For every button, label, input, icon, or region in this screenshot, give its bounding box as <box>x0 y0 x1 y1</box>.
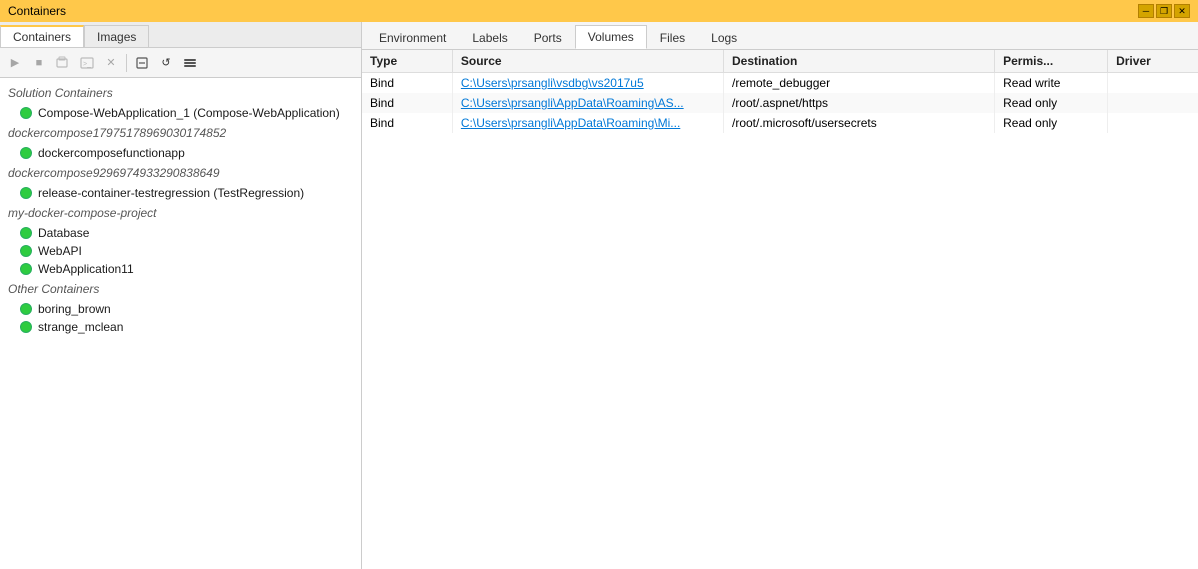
col-driver[interactable]: Driver <box>1108 50 1198 73</box>
attach-button[interactable] <box>52 52 74 74</box>
svg-text:>_: >_ <box>83 61 91 68</box>
table-header-row: Type Source Destination Permis... Driver <box>362 50 1198 73</box>
prune-icon <box>135 56 149 70</box>
cell-driver <box>1108 113 1198 133</box>
volumes-table: Type Source Destination Permis... Driver… <box>362 50 1198 133</box>
tab-containers[interactable]: Containers <box>0 25 84 47</box>
right-panel: Environment Labels Ports Volumes Files L… <box>362 22 1198 569</box>
status-indicator <box>20 227 32 239</box>
cell-type: Bind <box>362 73 452 94</box>
status-indicator <box>20 245 32 257</box>
cell-source: C:\Users\prsangli\AppData\Roaming\AS... <box>452 93 723 113</box>
tab-labels[interactable]: Labels <box>459 25 520 49</box>
cell-driver <box>1108 93 1198 113</box>
tree-item-label: WebApplication11 <box>38 262 134 276</box>
cell-destination: /root/.aspnet/https <box>724 93 995 113</box>
tree-item-dockercomposefunctionapp[interactable]: dockercomposefunctionapp <box>0 144 361 162</box>
cell-driver <box>1108 73 1198 94</box>
col-source[interactable]: Source <box>452 50 723 73</box>
group-my-docker-compose: my-docker-compose-project <box>0 202 361 224</box>
window-controls: ─ ❐ ✕ <box>1138 4 1190 18</box>
group-solution-containers: Solution Containers <box>0 82 361 104</box>
prune-button[interactable] <box>131 52 153 74</box>
tree-item-label: WebAPI <box>38 244 82 258</box>
table-row[interactable]: Bind C:\Users\prsangli\AppData\Roaming\A… <box>362 93 1198 113</box>
toolbar: ▶ ■ >_ ✕ ↺ <box>0 48 361 78</box>
cell-destination: /root/.microsoft/usersecrets <box>724 113 995 133</box>
tree-item-database[interactable]: Database <box>0 224 361 242</box>
col-permissions[interactable]: Permis... <box>995 50 1108 73</box>
tree-item-label: release-container-testregression (TestRe… <box>38 186 304 200</box>
status-indicator <box>20 187 32 199</box>
tab-files[interactable]: Files <box>647 25 698 49</box>
tab-logs[interactable]: Logs <box>698 25 750 49</box>
status-indicator <box>20 263 32 275</box>
remove-button[interactable]: ✕ <box>100 52 122 74</box>
source-link[interactable]: C:\Users\prsangli\AppData\Roaming\AS... <box>461 96 684 110</box>
source-link[interactable]: C:\Users\prsangli\AppData\Roaming\Mi... <box>461 116 680 130</box>
tree-item-release-container[interactable]: release-container-testregression (TestRe… <box>0 184 361 202</box>
restore-button[interactable]: ❐ <box>1156 4 1172 18</box>
cell-source: C:\Users\prsangli\AppData\Roaming\Mi... <box>452 113 723 133</box>
group-dockercompose1: dockercompose17975178969030174852 <box>0 122 361 144</box>
status-indicator <box>20 147 32 159</box>
cell-type: Bind <box>362 93 452 113</box>
cell-destination: /remote_debugger <box>724 73 995 94</box>
right-tab-bar: Environment Labels Ports Volumes Files L… <box>362 22 1198 50</box>
tree-item-boring-brown[interactable]: boring_brown <box>0 300 361 318</box>
tree-item-webapi[interactable]: WebAPI <box>0 242 361 260</box>
tree-item-label: Compose-WebApplication_1 (Compose-WebApp… <box>38 106 340 120</box>
cell-source: C:\Users\prsangli\vsdbg\vs2017u5 <box>452 73 723 94</box>
status-indicator <box>20 107 32 119</box>
tree-item-compose-webapp[interactable]: Compose-WebApplication_1 (Compose-WebApp… <box>0 104 361 122</box>
cell-type: Bind <box>362 113 452 133</box>
minimize-button[interactable]: ─ <box>1138 4 1154 18</box>
terminal-icon: >_ <box>80 56 94 70</box>
settings-button[interactable] <box>179 52 201 74</box>
cell-permissions: Read write <box>995 73 1108 94</box>
tab-environment[interactable]: Environment <box>366 25 459 49</box>
stop-button[interactable]: ■ <box>28 52 50 74</box>
toolbar-separator-1 <box>126 54 127 72</box>
group-dockercompose2: dockercompose929697493329083864​9 <box>0 162 361 184</box>
table-wrapper: Type Source Destination Permis... Driver… <box>362 50 1198 569</box>
attach-icon <box>56 56 70 70</box>
status-indicator <box>20 321 32 333</box>
run-button[interactable]: ▶ <box>4 52 26 74</box>
terminal-button[interactable]: >_ <box>76 52 98 74</box>
tree-item-label: boring_brown <box>38 302 111 316</box>
main-container: Containers Images ▶ ■ >_ ✕ <box>0 22 1198 569</box>
cell-permissions: Read only <box>995 93 1108 113</box>
col-destination[interactable]: Destination <box>724 50 995 73</box>
left-panel: Containers Images ▶ ■ >_ ✕ <box>0 22 362 569</box>
tab-volumes[interactable]: Volumes <box>575 25 647 49</box>
status-indicator <box>20 303 32 315</box>
tab-ports[interactable]: Ports <box>521 25 575 49</box>
tree-panel: Solution Containers Compose-WebApplicati… <box>0 78 361 569</box>
source-link[interactable]: C:\Users\prsangli\vsdbg\vs2017u5 <box>461 76 644 90</box>
tree-item-webapplication11[interactable]: WebApplication11 <box>0 260 361 278</box>
settings-icon <box>183 56 197 70</box>
table-row[interactable]: Bind C:\Users\prsangli\AppData\Roaming\M… <box>362 113 1198 133</box>
group-other-containers: Other Containers <box>0 278 361 300</box>
table-row[interactable]: Bind C:\Users\prsangli\vsdbg\vs2017u5 /r… <box>362 73 1198 94</box>
close-button[interactable]: ✕ <box>1174 4 1190 18</box>
tree-item-strange-mclean[interactable]: strange_mclean <box>0 318 361 336</box>
tree-item-label: dockercomposefunctionapp <box>38 146 185 160</box>
table-body: Bind C:\Users\prsangli\vsdbg\vs2017u5 /r… <box>362 73 1198 134</box>
left-tab-bar: Containers Images <box>0 22 361 48</box>
window-title: Containers <box>8 4 66 18</box>
refresh-button[interactable]: ↺ <box>155 52 177 74</box>
title-bar: Containers ─ ❐ ✕ <box>0 0 1198 22</box>
tab-images[interactable]: Images <box>84 25 149 47</box>
col-type[interactable]: Type <box>362 50 452 73</box>
tree-item-label: Database <box>38 226 89 240</box>
cell-permissions: Read only <box>995 113 1108 133</box>
tree-item-label: strange_mclean <box>38 320 123 334</box>
